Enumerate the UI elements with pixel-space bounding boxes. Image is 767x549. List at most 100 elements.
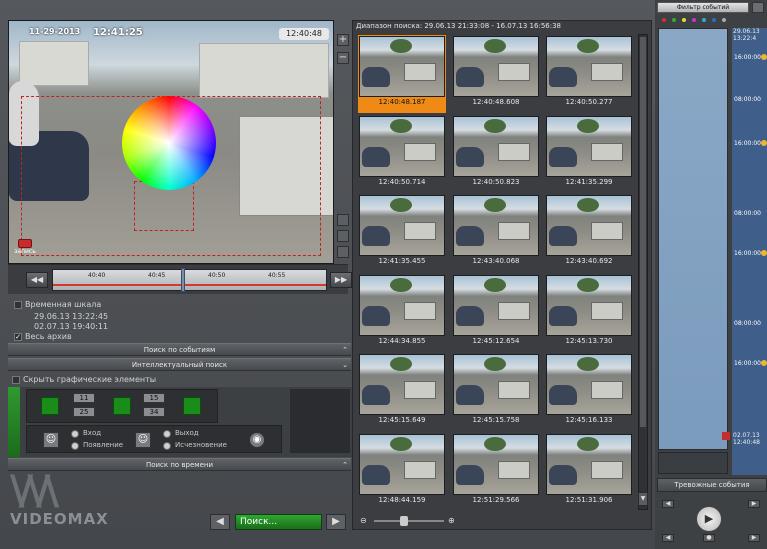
osd-date: 11-29-2013 <box>29 27 81 36</box>
hide-graphics-checkbox[interactable] <box>12 375 20 384</box>
video-viewport[interactable]: 11-29-2013 12:41:25 12:40:48 запись <box>8 20 334 264</box>
range-end-date: 02.07.13 <box>733 432 760 439</box>
calendar-footer <box>658 452 728 474</box>
result-thumbnail[interactable]: 12:43:40.068 <box>452 194 540 272</box>
thumbnail-timestamp: 12:45:15.758 <box>472 416 520 424</box>
thumbnail-truck <box>498 63 530 81</box>
prev-arrow-button[interactable]: ◀ <box>210 514 230 530</box>
color-tool[interactable] <box>183 397 201 415</box>
thumbnail-tree <box>390 357 412 371</box>
result-thumbnail[interactable]: 12:45:12.654 <box>452 274 540 352</box>
result-thumbnail[interactable]: 12:48:44.159 <box>358 433 446 511</box>
result-thumbnail[interactable]: 12:40:50.823 <box>452 115 540 193</box>
thumbnail-image <box>546 354 632 415</box>
thumb-zoom-slider[interactable]: ⊖ ⊕ <box>360 516 460 526</box>
zone-w-field[interactable]: 15 <box>143 393 165 403</box>
result-thumbnail[interactable]: 12:43:40.692 <box>545 194 633 272</box>
appear-radio[interactable] <box>71 442 79 450</box>
timeline-track[interactable]: 40:40 40:45 40:50 40:55 <box>52 268 327 292</box>
zone-h-field[interactable]: 34 <box>143 407 165 417</box>
thumbnail-truck <box>591 460 623 479</box>
zoom-in-button[interactable]: + <box>337 34 349 46</box>
calendar-icon[interactable] <box>752 2 764 13</box>
whole-archive-option[interactable]: ✓ Весь архив <box>14 332 72 341</box>
zoom-out-button[interactable]: − <box>337 52 349 64</box>
scroll-down-button[interactable]: ▼ <box>638 492 648 506</box>
layout-grid-icon[interactable] <box>337 230 349 242</box>
result-thumbnail[interactable]: 12:40:50.714 <box>358 115 446 193</box>
hide-graphics-label: Скрыть графические элементы <box>23 375 157 384</box>
hour-marker-icon <box>761 250 767 256</box>
zoom-knob[interactable] <box>400 516 408 526</box>
thumbnail-car <box>362 464 390 485</box>
thumbnail-car <box>456 464 484 485</box>
result-thumbnail[interactable]: 12:45:15.758 <box>452 353 540 431</box>
toolbox-handle[interactable] <box>8 387 20 457</box>
search-button[interactable]: Поиск... <box>235 514 322 530</box>
person-exit-icon[interactable]: ☺ <box>135 432 151 448</box>
logo-mark-icon: \/\/\ <box>10 468 59 514</box>
event-column[interactable] <box>658 28 728 450</box>
thumbnail-timestamp: 12:48:44.159 <box>378 495 426 504</box>
zone-x-field[interactable]: 11 <box>73 393 95 403</box>
timescale-checkbox[interactable] <box>14 300 22 309</box>
hour-label: 08:00:00 <box>734 320 761 327</box>
layout-single-icon[interactable] <box>337 214 349 226</box>
timeline-cursor[interactable] <box>181 268 185 292</box>
record-button[interactable]: запись <box>14 239 36 259</box>
thumbnail-car <box>549 385 577 405</box>
step-back-button[interactable]: ◀ <box>662 534 674 542</box>
building <box>19 41 89 86</box>
time-search-section[interactable]: Поиск по времени ⌃ <box>8 458 351 471</box>
speed-button[interactable]: ● <box>703 534 715 542</box>
result-thumbnail[interactable]: 12:41:35.455 <box>358 194 446 272</box>
result-thumbnail[interactable]: 12:45:16.133 <box>545 353 633 431</box>
result-thumbnail[interactable]: 12:45:13.730 <box>545 274 633 352</box>
result-thumbnail[interactable]: 12:40:48.608 <box>452 35 540 113</box>
exit-radio[interactable] <box>163 430 171 438</box>
prev-event-button[interactable]: ◀ <box>662 500 674 508</box>
scrollbar-thumb[interactable] <box>640 37 646 427</box>
event-search-section[interactable]: Поиск по событиям ⌃ <box>8 343 351 356</box>
whole-archive-checkbox[interactable]: ✓ <box>14 332 22 341</box>
result-thumbnail[interactable]: 12:51:29.566 <box>452 433 540 511</box>
play-button[interactable]: ▶ <box>696 506 722 532</box>
hide-graphics-option[interactable]: Скрыть графические элементы <box>12 375 156 384</box>
zoom-in-icon[interactable]: ⊕ <box>448 516 455 525</box>
step-forward-button[interactable]: ▶ <box>748 534 760 542</box>
event-filter-button[interactable]: Фильтр событий <box>657 2 749 13</box>
results-scrollbar[interactable] <box>638 34 648 510</box>
result-thumbnail[interactable]: 12:40:48.187 <box>358 35 446 113</box>
result-thumbnail[interactable]: 12:41:35.299 <box>545 115 633 193</box>
zoom-out-icon[interactable]: ⊖ <box>360 516 367 525</box>
alarm-events-section[interactable]: Тревожные события <box>657 478 767 492</box>
zone-region-tool[interactable] <box>113 397 131 415</box>
zone-y-field[interactable]: 25 <box>73 407 95 417</box>
thumbnail-image <box>453 36 539 97</box>
screenshot-icon[interactable] <box>337 246 349 258</box>
result-thumbnail[interactable]: 12:40:50.277 <box>545 35 633 113</box>
rewind-button[interactable]: ◀◀ <box>26 272 48 288</box>
thumbnail-car <box>362 146 390 167</box>
entry-radio[interactable] <box>71 430 79 438</box>
thumbnail-tree <box>484 118 506 133</box>
zone-rect-tool[interactable] <box>41 397 59 415</box>
thumbnail-truck <box>404 63 436 81</box>
hour-marker-icon <box>761 140 767 146</box>
forward-button[interactable]: ▶▶ <box>330 272 352 288</box>
next-event-button[interactable]: ▶ <box>748 500 760 508</box>
disappear-radio[interactable] <box>163 442 171 450</box>
thumbnail-truck <box>498 381 530 399</box>
person-enter-icon[interactable]: ☺ <box>43 432 59 448</box>
timeline-scrubber[interactable]: ◀◀ 40:40 40:45 40:50 40:55 ▶▶ <box>8 264 352 294</box>
color-picker-wheel[interactable] <box>122 96 216 190</box>
hour-strip[interactable]: 16:00:00 08:00:00 16:00:00 08:00:00 16:0… <box>732 28 767 475</box>
sensitivity-sliders[interactable] <box>290 389 350 453</box>
next-arrow-button[interactable]: ▶ <box>326 514 346 530</box>
result-thumbnail[interactable]: 12:45:15.649 <box>358 353 446 431</box>
timescale-option[interactable]: Временная шкала <box>14 300 101 309</box>
result-thumbnail[interactable]: 12:51:31.906 <box>545 433 633 511</box>
result-thumbnail[interactable]: 12:44:34.855 <box>358 274 446 352</box>
smart-search-section[interactable]: Интеллектуальный поиск ⌄ <box>8 358 351 371</box>
object-tool-icon[interactable]: ◉ <box>249 432 265 448</box>
